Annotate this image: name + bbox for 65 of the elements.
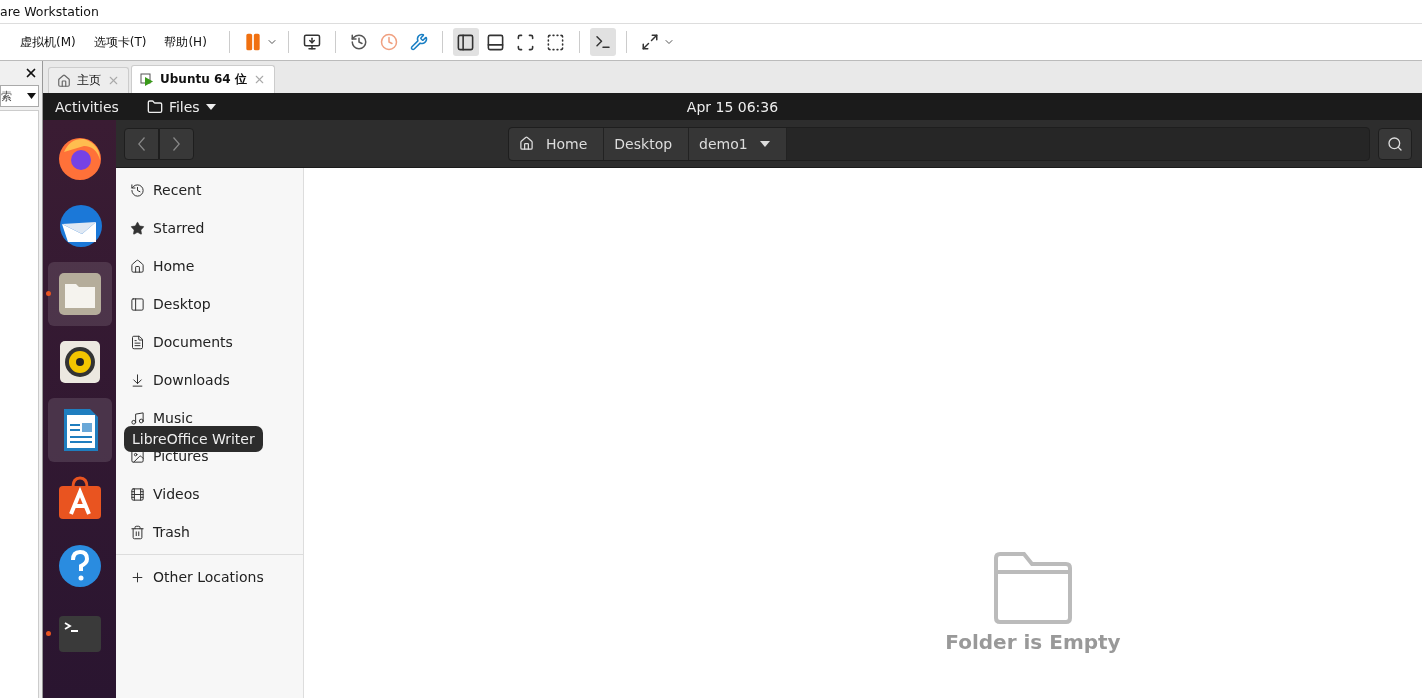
path-crumb[interactable]: demo1	[689, 127, 787, 160]
forward-button[interactable]	[159, 127, 194, 160]
sidebar-item[interactable]: Documents	[116, 323, 303, 361]
sidebar-icon	[130, 258, 145, 274]
tab[interactable]: 主页	[48, 67, 129, 93]
sidebar-icon	[130, 182, 145, 198]
dock-item[interactable]	[47, 398, 112, 462]
search-icon	[1387, 135, 1403, 152]
console-icon	[593, 33, 612, 51]
close-icon	[24, 66, 38, 80]
tooltip: LibreOffice Writer	[124, 426, 263, 452]
sidebar-icon	[130, 296, 145, 312]
path-crumb[interactable]: Home	[509, 127, 605, 160]
expand-icon	[640, 33, 659, 51]
back-icon	[138, 136, 145, 151]
sidebar-item[interactable]: Other Locations	[116, 558, 303, 596]
back-button[interactable]	[124, 127, 159, 160]
view-layout-icon	[546, 32, 566, 52]
forward-icon	[173, 136, 180, 151]
sidebar-item[interactable]: Home	[116, 247, 303, 285]
running-dot	[45, 631, 51, 636]
menu-item[interactable]: 帮助(H)	[162, 33, 213, 51]
folder-icon	[146, 98, 163, 115]
path-crumb[interactable]: Desktop	[604, 127, 690, 160]
home-icon	[519, 136, 534, 151]
sidebar-icon	[130, 524, 145, 540]
dropdown-triangle-icon	[759, 140, 770, 147]
dropdown-triangle-icon	[27, 93, 36, 99]
view-layout-icon	[516, 32, 536, 52]
sidebar-item[interactable]: Downloads	[116, 361, 303, 399]
clock-icon	[349, 33, 368, 51]
console-button[interactable]	[589, 28, 616, 56]
star-icon	[130, 220, 145, 236]
view-layout-icon	[456, 32, 476, 52]
sidebar-icon	[130, 410, 145, 426]
sidebar-item[interactable]: Recent	[116, 171, 303, 209]
sidebar-item[interactable]: Trash	[116, 513, 303, 551]
sidebar-icon	[130, 334, 145, 350]
monitor-down-icon	[302, 33, 321, 51]
dock-item[interactable]	[47, 262, 112, 326]
sidebar-icon	[130, 486, 145, 502]
activities-button[interactable]: Activities	[43, 98, 131, 115]
vm-play-icon	[140, 72, 154, 87]
sidebar-item[interactable]: Starred	[116, 209, 303, 247]
sidebar-item[interactable]: Videos	[116, 475, 303, 513]
sidebar-icon	[130, 372, 145, 388]
menu-item[interactable]: 虚拟机(M)	[18, 33, 82, 51]
home-icon	[57, 73, 71, 88]
menu-item[interactable]: 选项卡(T)	[91, 33, 153, 51]
app-menu[interactable]: Files	[130, 98, 228, 115]
library-search-field[interactable]: 索	[0, 85, 39, 107]
empty-folder-icon	[992, 552, 1074, 624]
view-button[interactable]	[452, 28, 479, 56]
wrench-icon	[409, 33, 428, 51]
clock[interactable]: Apr 15 06:36	[686, 98, 779, 115]
clock-icon	[379, 33, 398, 51]
empty-message: Folder is Empty	[945, 630, 1121, 654]
dropdown-triangle-icon	[205, 103, 216, 110]
view-layout-icon	[486, 32, 506, 52]
sidebar-item[interactable]: Desktop	[116, 285, 303, 323]
plus-icon	[130, 569, 145, 585]
window-title: are Workstation	[0, 4, 99, 19]
running-dot	[45, 291, 51, 296]
tab[interactable]: Ubuntu 64 位	[131, 65, 275, 93]
search-button[interactable]	[1378, 127, 1412, 160]
